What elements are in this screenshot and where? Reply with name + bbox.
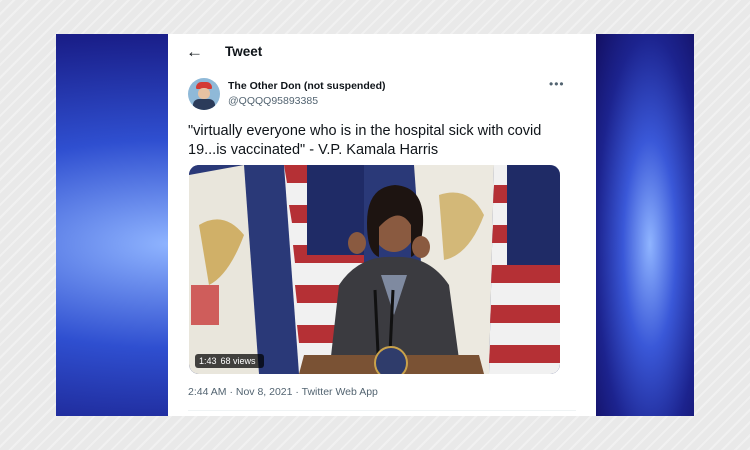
author-name[interactable]: The Other Don (not suspended) bbox=[228, 80, 386, 92]
video-meta-badge: 1:43 68 views bbox=[195, 354, 264, 368]
tweet-card: ← Tweet The Other Don (not suspended) @Q… bbox=[168, 34, 596, 416]
avatar-face bbox=[198, 88, 210, 99]
author-handle[interactable]: @QQQQ95893385 bbox=[228, 95, 318, 107]
avatar-shirt bbox=[193, 99, 215, 110]
ellipsis-icon[interactable]: ••• bbox=[549, 77, 567, 91]
video-duration: 1:43 bbox=[199, 356, 217, 366]
video-frame bbox=[189, 165, 560, 374]
tweet-header: ← Tweet bbox=[168, 34, 596, 70]
divider bbox=[188, 410, 576, 411]
tweet-timestamp[interactable]: 2:44 AM · Nov 8, 2021 · Twitter Web App bbox=[188, 386, 378, 398]
arrow-left-icon[interactable]: ← bbox=[186, 42, 206, 62]
avatar[interactable] bbox=[188, 78, 220, 110]
video-views: 68 views bbox=[220, 356, 256, 366]
tweet-text: "virtually everyone who is in the hospit… bbox=[188, 123, 542, 158]
video-player[interactable]: 1:43 68 views bbox=[189, 165, 560, 374]
page-title: Tweet bbox=[225, 44, 263, 59]
